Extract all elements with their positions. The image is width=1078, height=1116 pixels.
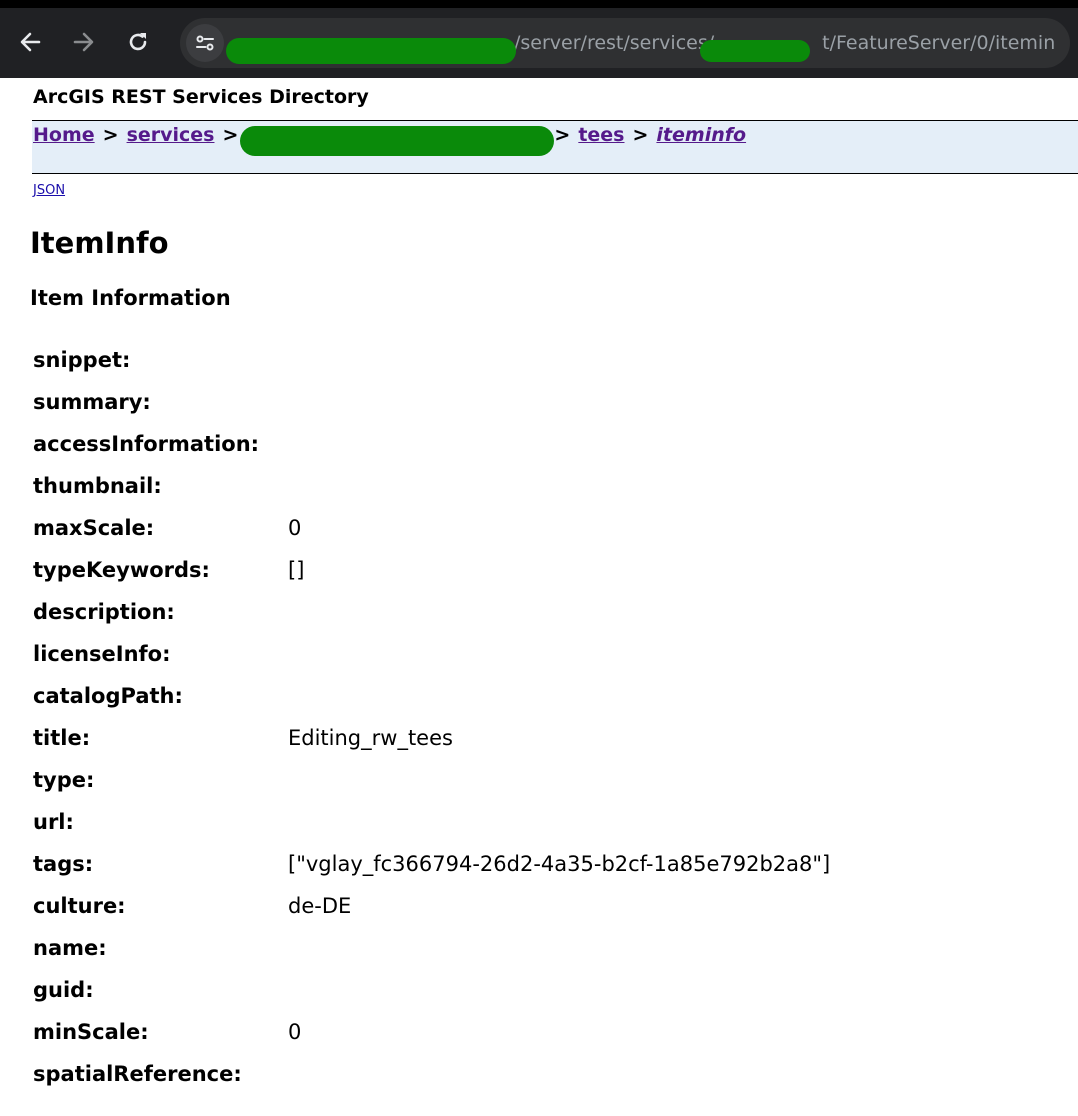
- table-row: culture: de-DE: [33, 885, 830, 927]
- table-row: guid:: [33, 969, 830, 1011]
- breadcrumb-separator: >: [554, 124, 571, 146]
- table-row: snippet:: [33, 339, 830, 381]
- reload-button[interactable]: [124, 28, 152, 56]
- property-key: guid:: [33, 978, 94, 1002]
- breadcrumb: Home > services > > tees > iteminfo: [32, 120, 1078, 174]
- table-row: type:: [33, 759, 830, 801]
- table-row: licenseInfo:: [33, 633, 830, 675]
- property-value: [288, 759, 830, 801]
- page-heading: ArcGIS REST Services Directory: [33, 86, 369, 108]
- browser-toolbar: /server/rest/services/t/FeatureServer/0/…: [0, 0, 1078, 78]
- table-row: thumbnail:: [33, 465, 830, 507]
- property-value: [288, 633, 830, 675]
- property-value: [288, 801, 830, 843]
- property-value: 0: [288, 1020, 302, 1044]
- property-key: catalogPath:: [33, 684, 183, 708]
- property-key: snippet:: [33, 348, 131, 372]
- url-redaction: [226, 38, 516, 64]
- section-title: Item Information: [30, 286, 231, 310]
- breadcrumb-separator: >: [632, 124, 649, 146]
- property-key: name:: [33, 936, 107, 960]
- property-value: [288, 927, 830, 969]
- property-key: description:: [33, 600, 175, 624]
- property-key: culture:: [33, 894, 126, 918]
- breadcrumb-services-link[interactable]: services: [127, 124, 215, 146]
- table-row: minScale: 0: [33, 1011, 830, 1053]
- page-title: ItemInfo: [30, 226, 169, 260]
- property-key: url:: [33, 810, 74, 834]
- table-row: title: Editing_rw_tees: [33, 717, 830, 759]
- url-redaction-2: [700, 40, 810, 62]
- url-part-2: t/FeatureServer/0/iteminfo: [822, 32, 1054, 54]
- property-value: [288, 969, 830, 1011]
- table-row: description:: [33, 591, 830, 633]
- table-row: url:: [33, 801, 830, 843]
- property-key: title:: [33, 726, 91, 750]
- property-value: []: [288, 558, 305, 582]
- property-key: tags:: [33, 852, 94, 876]
- breadcrumb-current-link[interactable]: iteminfo: [656, 124, 746, 146]
- property-key: type:: [33, 768, 95, 792]
- reload-icon: [129, 33, 147, 51]
- property-key: thumbnail:: [33, 474, 162, 498]
- property-value: ["vglay_fc366794-26d2-4a35-b2cf-1a85e792…: [288, 852, 831, 876]
- property-key: minScale:: [33, 1020, 149, 1044]
- property-value: [288, 1053, 830, 1095]
- table-row: accessInformation:: [33, 423, 830, 465]
- breadcrumb-layer-link[interactable]: tees: [578, 124, 624, 146]
- property-value: [288, 381, 830, 423]
- json-format-link[interactable]: JSON: [33, 183, 65, 198]
- property-key: spatialReference:: [33, 1062, 242, 1086]
- property-value: [288, 591, 830, 633]
- item-info-table: snippet: summary: accessInformation: thu…: [33, 339, 830, 1095]
- property-value: de-DE: [288, 894, 352, 918]
- table-row: typeKeywords: []: [33, 549, 830, 591]
- breadcrumb-home-link[interactable]: Home: [33, 124, 95, 146]
- table-row: name:: [33, 927, 830, 969]
- breadcrumb-redaction: [240, 126, 554, 156]
- site-settings-button[interactable]: [186, 24, 224, 62]
- table-row: tags: ["vglay_fc366794-26d2-4a35-b2cf-1a8…: [33, 843, 830, 885]
- back-arrow-icon: [20, 32, 41, 52]
- property-value: [288, 465, 830, 507]
- table-row: catalogPath:: [33, 675, 830, 717]
- table-row: summary:: [33, 381, 830, 423]
- site-settings-icon: [196, 35, 214, 51]
- property-value: 0: [288, 516, 302, 540]
- breadcrumb-separator: >: [102, 124, 119, 146]
- property-key: summary:: [33, 390, 151, 414]
- breadcrumb-separator: >: [222, 124, 239, 146]
- table-row: spatialReference:: [33, 1053, 830, 1095]
- forward-arrow-icon: [73, 32, 94, 52]
- property-value: Editing_rw_tees: [288, 726, 453, 750]
- property-key: typeKeywords:: [33, 558, 210, 582]
- table-row: maxScale: 0: [33, 507, 830, 549]
- property-value: [288, 423, 830, 465]
- url-part-1: /server/rest/services/: [514, 32, 715, 54]
- property-key: accessInformation:: [33, 432, 260, 456]
- property-value: [288, 339, 830, 381]
- property-key: maxScale:: [33, 516, 155, 540]
- forward-button[interactable]: [70, 28, 98, 56]
- property-value: [288, 675, 830, 717]
- back-button[interactable]: [16, 28, 44, 56]
- property-key: licenseInfo:: [33, 642, 171, 666]
